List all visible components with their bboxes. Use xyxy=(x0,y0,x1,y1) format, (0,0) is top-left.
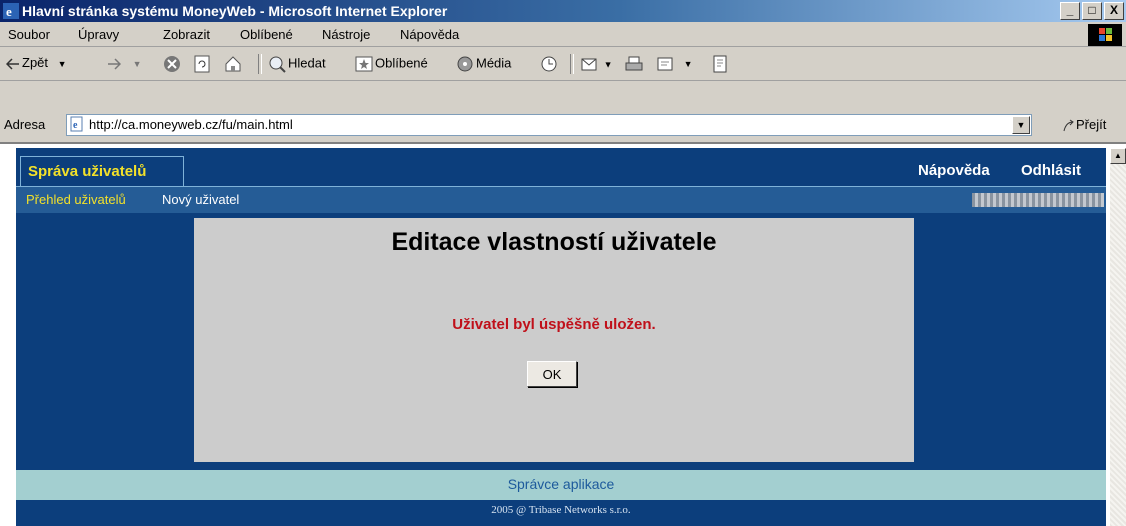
subnav-user-overview[interactable]: Přehled uživatelů xyxy=(26,192,126,207)
help-link[interactable]: Nápověda xyxy=(918,162,990,179)
svg-text:e: e xyxy=(73,120,78,131)
ok-button[interactable]: OK xyxy=(527,361,577,387)
back-arrow-icon xyxy=(6,58,19,70)
mail-dropdown-icon[interactable]: ▼ xyxy=(604,59,613,69)
chevron-down-icon: ▼ xyxy=(1016,120,1026,130)
tab-user-management-label: Správa uživatelů xyxy=(28,163,147,180)
menu-bar: Soubor Úpravy Zobrazit Oblíbené Nástroje… xyxy=(0,22,1126,47)
address-dropdown-button[interactable]: ▼ xyxy=(1012,116,1030,134)
forward-arrow-icon xyxy=(108,58,121,70)
vertical-scrollbar[interactable]: ▲ xyxy=(1110,148,1126,526)
media-label: Média xyxy=(476,55,512,71)
go-label: Přejít xyxy=(1076,117,1107,132)
refresh-icon xyxy=(194,55,210,73)
menu-help[interactable]: Nápověda xyxy=(400,27,459,42)
menu-edit[interactable]: Úpravy xyxy=(78,27,119,42)
mail-icon xyxy=(581,58,597,71)
media-icon xyxy=(457,56,473,72)
edit-icon xyxy=(657,57,673,71)
print-button[interactable] xyxy=(625,55,645,73)
menu-tools[interactable]: Nástroje xyxy=(322,27,370,42)
toolbar-separator xyxy=(258,54,262,74)
app-admin-link[interactable]: Správce aplikace xyxy=(508,476,615,492)
tab-user-management[interactable]: Správa uživatelů xyxy=(20,156,184,187)
menu-file[interactable]: Soubor xyxy=(8,27,50,42)
go-button[interactable]: Přejít xyxy=(1062,117,1106,133)
menu-view[interactable]: Zobrazit xyxy=(163,27,210,42)
windows-logo-icon xyxy=(1088,24,1122,46)
edit-button[interactable]: ▼ xyxy=(656,55,693,73)
search-button[interactable]: Hledat xyxy=(268,55,326,73)
redacted-user-info xyxy=(972,193,1104,207)
subnav-new-user[interactable]: Nový uživatel xyxy=(162,192,239,207)
search-icon xyxy=(269,56,286,73)
toolbar-separator xyxy=(570,54,574,74)
favorites-label: Oblíbené xyxy=(375,55,428,71)
window-controls: _ □ X xyxy=(1058,2,1124,20)
refresh-button[interactable] xyxy=(193,55,213,73)
discuss-icon xyxy=(713,55,727,73)
sub-navigation: Přehled uživatelů Nový uživatel xyxy=(16,186,1106,213)
standard-toolbar: Zpět ▼ ▼ Hledat Oblíbené Média ▼ ▼ xyxy=(0,48,1126,81)
favorites-button[interactable]: Oblíbené xyxy=(355,55,428,73)
window-title: Hlavní stránka systému MoneyWeb - Micros… xyxy=(22,3,448,19)
home-button[interactable] xyxy=(224,55,244,73)
stop-icon xyxy=(164,56,180,72)
address-url[interactable]: http://ca.moneyweb.cz/fu/main.html xyxy=(89,117,293,132)
menu-favorites[interactable]: Oblíbené xyxy=(240,27,293,42)
window-title-bar[interactable]: e Hlavní stránka systému MoneyWeb - Micr… xyxy=(0,0,1126,22)
success-message: Uživatel byl úspěšně uložen. xyxy=(452,316,656,333)
go-arrow-icon xyxy=(1063,119,1074,131)
address-bar: Adresa e http://ca.moneyweb.cz/fu/main.h… xyxy=(0,111,1126,139)
history-icon xyxy=(541,56,557,72)
edit-dropdown-icon[interactable]: ▼ xyxy=(684,59,693,69)
forward-dropdown-icon[interactable]: ▼ xyxy=(133,59,142,69)
media-button[interactable]: Média xyxy=(456,55,511,73)
maximize-button[interactable]: □ xyxy=(1082,2,1102,20)
svg-text:e: e xyxy=(6,4,12,19)
home-icon xyxy=(225,56,241,72)
logout-link[interactable]: Odhlásit xyxy=(1021,162,1081,179)
page-viewport: Správa uživatelů Nápověda Odhlásit Přehl… xyxy=(0,142,1126,526)
minimize-button[interactable]: _ xyxy=(1060,2,1080,20)
favorites-icon xyxy=(355,56,373,72)
ie-logo-icon: e xyxy=(3,3,19,19)
scroll-up-icon: ▲ xyxy=(1114,151,1122,160)
web-page: Správa uživatelů Nápověda Odhlásit Přehl… xyxy=(16,148,1106,526)
scroll-up-button[interactable]: ▲ xyxy=(1110,148,1126,164)
address-label: Adresa xyxy=(4,117,46,132)
history-button[interactable] xyxy=(540,55,560,73)
page-icon: e xyxy=(70,116,83,132)
address-field[interactable]: e http://ca.moneyweb.cz/fu/main.html ▼ xyxy=(66,114,1032,136)
forward-button[interactable]: ▼ xyxy=(107,55,142,70)
footer-bar: Správce aplikace xyxy=(16,470,1106,500)
content-panel: Editace vlastností uživatele Uživatel by… xyxy=(194,218,914,462)
search-label: Hledat xyxy=(288,55,326,71)
back-label: Zpět xyxy=(22,55,49,70)
mail-button[interactable]: ▼ xyxy=(580,55,613,73)
close-button[interactable]: X xyxy=(1104,2,1124,20)
back-button[interactable]: Zpět ▼ xyxy=(6,55,67,70)
back-dropdown-icon[interactable]: ▼ xyxy=(58,59,67,69)
print-icon xyxy=(625,56,643,71)
copyright-text: 2005 @ Tribase Networks s.r.o. xyxy=(491,504,631,516)
discuss-button[interactable] xyxy=(712,55,730,73)
page-title: Editace vlastností uživatele xyxy=(391,228,717,256)
stop-button[interactable] xyxy=(163,55,183,73)
